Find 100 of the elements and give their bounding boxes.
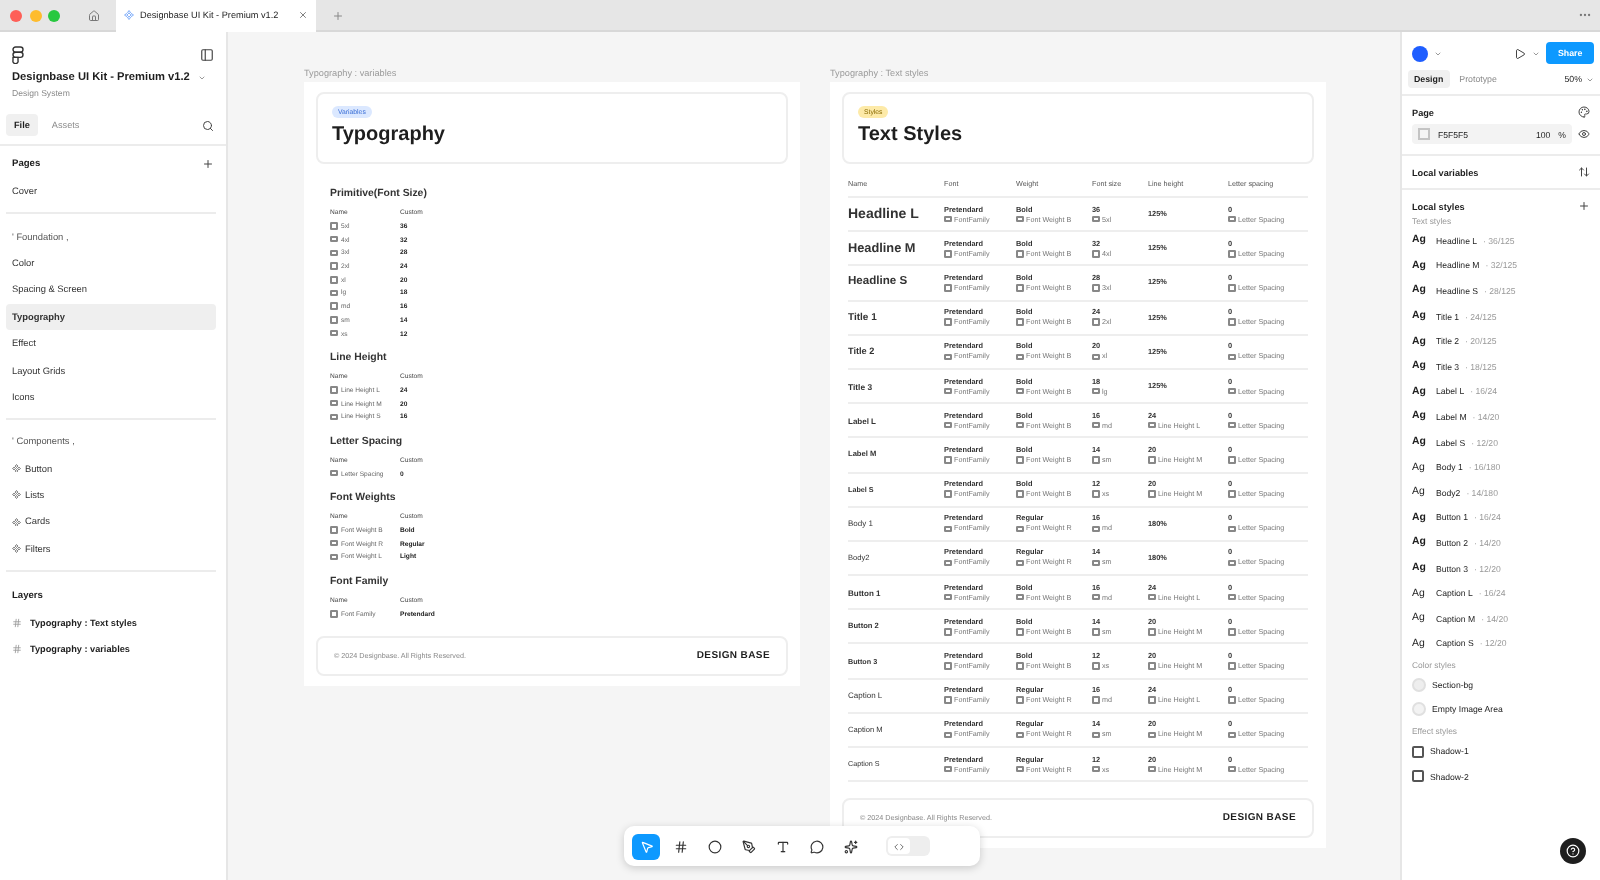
variable-icon <box>1092 456 1099 464</box>
search-icon[interactable] <box>202 119 214 131</box>
variable-icon <box>944 696 951 704</box>
add-icon[interactable] <box>1578 200 1590 212</box>
help-button[interactable] <box>1560 838 1586 864</box>
variable-icon <box>330 469 337 477</box>
variable-icon <box>1148 696 1155 704</box>
variable-icon <box>1148 456 1155 464</box>
dev-mode-toggle[interactable] <box>886 836 930 856</box>
palette-icon[interactable] <box>1578 106 1590 118</box>
variable-icon <box>1148 490 1155 498</box>
add-icon[interactable] <box>202 158 214 170</box>
variable-icon <box>1228 731 1235 739</box>
variable-icon <box>1228 628 1235 636</box>
variable-icon <box>944 215 951 223</box>
hash-icon <box>673 839 687 853</box>
variable-icon <box>1092 387 1099 395</box>
variable-icon <box>944 353 951 361</box>
comment-icon <box>809 839 823 853</box>
hash-icon <box>12 618 22 629</box>
frame-title: Text Styles <box>858 124 965 146</box>
maximize-window-dot[interactable] <box>48 9 60 21</box>
component-icon <box>12 490 21 500</box>
variable-icon <box>1016 525 1023 533</box>
variable-icon <box>944 628 951 636</box>
variable-icon <box>1092 662 1099 670</box>
variable-icon <box>944 731 951 739</box>
variable-icon <box>1228 765 1235 773</box>
frame-title: Typography <box>332 124 447 146</box>
variable-icon <box>1092 628 1099 636</box>
component-icon <box>12 544 21 554</box>
variable-icon <box>1092 284 1099 292</box>
variable-icon <box>1228 421 1235 429</box>
component-icon <box>12 517 21 527</box>
variable-icon <box>1148 421 1155 429</box>
variable-icon <box>944 421 951 429</box>
component-icon <box>12 463 21 473</box>
variable-icon <box>1148 765 1155 773</box>
home-icon[interactable] <box>88 9 100 21</box>
panel-toggle-icon[interactable] <box>200 47 214 61</box>
color-swatch <box>1418 128 1430 140</box>
variable-icon <box>1148 662 1155 670</box>
variable-icon <box>1016 284 1023 292</box>
logo-icon[interactable] <box>12 45 24 63</box>
variable-icon <box>1092 215 1099 223</box>
variable-icon <box>1092 525 1099 533</box>
variable-icon <box>1016 456 1023 464</box>
code-icon <box>894 841 904 851</box>
variable-icon <box>1092 490 1099 498</box>
variable-icon <box>1016 628 1023 636</box>
variable-icon <box>944 318 951 326</box>
sort-icon[interactable] <box>1578 166 1590 178</box>
variable-icon <box>1016 421 1023 429</box>
variable-icon <box>1228 559 1235 567</box>
component-icon <box>124 10 134 20</box>
more-icon[interactable] <box>1578 8 1592 22</box>
variable-icon <box>1228 387 1235 395</box>
variable-icon <box>1228 525 1235 533</box>
variable-icon <box>1092 318 1099 326</box>
variable-icon <box>1092 250 1099 258</box>
variable-icon <box>944 662 951 670</box>
variable-icon <box>1148 628 1155 636</box>
variable-icon <box>1016 696 1023 704</box>
variable-icon <box>1016 318 1023 326</box>
variable-icon <box>1016 593 1023 601</box>
help-icon <box>1566 844 1580 858</box>
variable-icon <box>1016 250 1023 258</box>
variable-icon <box>1148 593 1155 601</box>
variable-icon <box>944 525 951 533</box>
variable-icon <box>1016 662 1023 670</box>
variable-icon <box>1092 593 1099 601</box>
variable-icon <box>1016 490 1023 498</box>
avatar[interactable] <box>1412 45 1428 61</box>
variable-icon <box>1228 215 1235 223</box>
variable-icon <box>1016 215 1023 223</box>
circle-icon <box>707 839 721 853</box>
minimize-window-dot[interactable] <box>29 9 41 21</box>
variable-icon <box>1228 593 1235 601</box>
present-icon[interactable] <box>1514 47 1526 59</box>
eye-icon[interactable] <box>1578 128 1590 140</box>
variable-icon <box>1228 353 1235 361</box>
variable-icon <box>1092 765 1099 773</box>
variable-icon <box>1016 353 1023 361</box>
variable-icon <box>1016 765 1023 773</box>
variable-icon <box>944 250 951 258</box>
variable-icon <box>1228 662 1235 670</box>
variable-icon <box>1016 731 1023 739</box>
variable-icon <box>1016 387 1023 395</box>
variable-icon <box>1092 353 1099 361</box>
variable-icon <box>944 559 951 567</box>
variable-icon <box>944 456 951 464</box>
variable-icon <box>944 490 951 498</box>
variable-icon <box>1092 731 1099 739</box>
variable-icon <box>1092 559 1099 567</box>
variable-icon <box>1228 490 1235 498</box>
variable-icon <box>1228 696 1235 704</box>
sparkle-icon <box>843 839 857 853</box>
variable-icon <box>1092 421 1099 429</box>
variable-icon <box>1228 318 1235 326</box>
close-window-dot[interactable] <box>10 9 22 21</box>
